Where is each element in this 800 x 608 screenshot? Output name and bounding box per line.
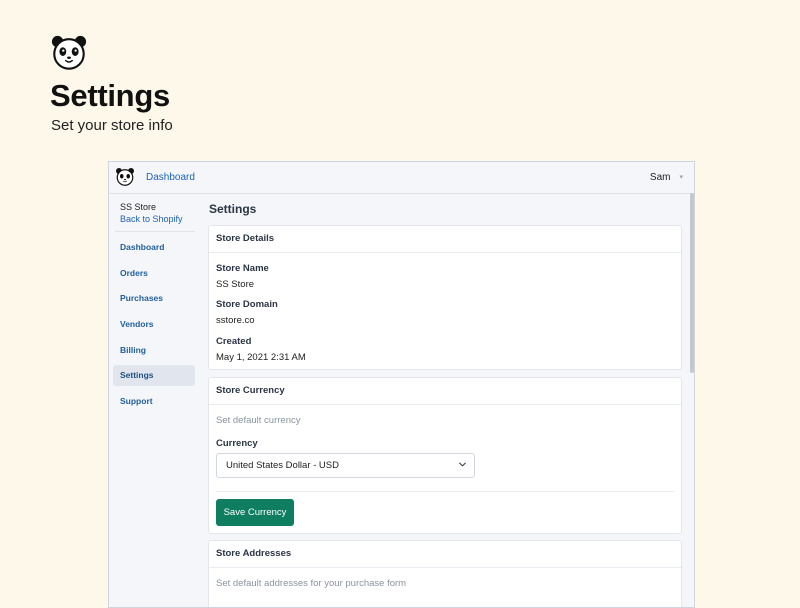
app-window: Dashboard Sam ▾ SS Store Back to Shopify … xyxy=(108,161,695,608)
created-label: Created xyxy=(216,336,252,347)
store-addresses-card: Store Addresses Set default addresses fo… xyxy=(208,540,682,607)
sidebar-item-orders[interactable]: Orders xyxy=(113,263,195,284)
dashboard-link[interactable]: Dashboard xyxy=(146,172,195,183)
sidebar-item-settings[interactable]: Settings xyxy=(113,365,195,387)
currency-helper-text: Set default currency xyxy=(216,415,301,426)
store-name-value: SS Store xyxy=(216,279,255,290)
currency-label: Currency xyxy=(216,438,258,449)
panda-logo-icon[interactable] xyxy=(115,167,135,187)
top-bar: Dashboard Sam ▾ xyxy=(109,162,694,194)
chevron-down-icon: ▾ xyxy=(679,174,683,181)
sidebar-item-billing[interactable]: Billing xyxy=(113,340,195,361)
chevron-down-icon xyxy=(459,462,466,467)
store-domain-value: sstore.co xyxy=(216,315,255,326)
scrollbar[interactable] xyxy=(690,193,694,373)
user-menu[interactable]: Sam ▾ xyxy=(650,172,683,183)
page-title: Settings xyxy=(50,78,170,113)
store-domain-label: Store Domain xyxy=(216,299,278,310)
card-divider xyxy=(216,491,674,492)
store-addresses-heading: Store Addresses xyxy=(209,541,681,568)
sidebar-item-vendors[interactable]: Vendors xyxy=(113,314,195,335)
back-to-shopify-link[interactable]: Back to Shopify xyxy=(120,214,183,224)
settings-heading: Settings xyxy=(209,202,257,216)
save-currency-button[interactable]: Save Currency xyxy=(216,499,294,526)
store-currency-heading: Store Currency xyxy=(209,378,681,405)
created-value: May 1, 2021 2:31 AM xyxy=(216,352,306,363)
store-name-label: Store Name xyxy=(216,263,269,274)
store-details-card: Store Details Store Name SS Store Store … xyxy=(208,225,682,370)
sidebar-divider xyxy=(115,231,195,232)
sidebar-item-support[interactable]: Support xyxy=(113,391,195,412)
currency-select-value: United States Dollar - USD xyxy=(226,460,339,471)
store-name: SS Store xyxy=(120,202,157,212)
sidebar-item-purchases[interactable]: Purchases xyxy=(113,288,195,309)
sidebar: SS Store Back to Shopify Dashboard Order… xyxy=(109,193,201,607)
user-name: Sam xyxy=(649,172,671,183)
page-subtitle: Set your store info xyxy=(51,117,173,134)
currency-select[interactable]: United States Dollar - USD xyxy=(216,453,475,478)
panda-logo-icon xyxy=(51,35,87,70)
store-currency-card: Store Currency Set default currency Curr… xyxy=(208,377,682,534)
sidebar-item-dashboard[interactable]: Dashboard xyxy=(113,237,195,258)
addresses-helper-text: Set default addresses for your purchase … xyxy=(216,578,407,589)
store-details-heading: Store Details xyxy=(209,226,681,253)
main-content: Settings Store Details Store Name SS Sto… xyxy=(201,193,694,607)
sidebar-nav: Dashboard Orders Purchases Vendors Billi… xyxy=(113,237,195,417)
